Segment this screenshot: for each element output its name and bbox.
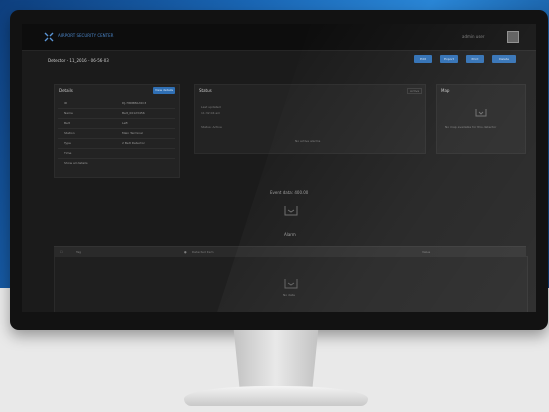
alarm-caption: Alarm <box>284 232 296 237</box>
detail-row: Time <box>58 149 175 159</box>
status-panel: Status Active Last updated 11:32:04 am S… <box>194 84 426 154</box>
event-caption: Event data: 400.00 <box>270 190 309 195</box>
export-button[interactable]: Export <box>440 55 458 63</box>
user-name[interactable]: admin user <box>462 34 485 39</box>
select-all-checkbox[interactable]: ☐ <box>60 250 63 254</box>
monitor-bezel: AIRPORT SECURITY CENTER admin user Detec… <box>10 10 548 330</box>
event-chart-icon <box>284 206 298 216</box>
monitor-screen: AIRPORT SECURITY CENTER admin user Detec… <box>22 24 536 312</box>
status-line: Last updated <box>201 105 221 109</box>
edit-button[interactable]: Edit <box>414 55 432 63</box>
breadcrumb[interactable]: Detector - 11_2016 - 06-56-03 <box>48 58 109 63</box>
show-all-link[interactable]: Show all details <box>58 159 175 168</box>
col-value[interactable]: Value <box>422 250 430 254</box>
map-panel: Map No map available for this detector <box>436 84 526 154</box>
map-empty-message: No map available for this detector <box>445 125 497 129</box>
monitor-stand-base <box>184 386 368 406</box>
delete-button[interactable]: Delete <box>492 55 516 63</box>
logo-icon <box>44 32 54 42</box>
status-line: 11:32:04 am <box>201 111 221 115</box>
status-line: Status: Active <box>201 125 222 129</box>
app-brand: AIRPORT SECURITY CENTER <box>58 33 114 38</box>
table-body: No data <box>54 256 528 312</box>
col-detected-item[interactable]: Detected item <box>192 250 214 254</box>
filter-icon[interactable]: ● <box>184 250 187 254</box>
detail-row: ID DJ-78DBB0A5C3 <box>58 99 175 109</box>
detail-row: Type 2 Belt Detector <box>58 139 175 149</box>
status-badge: Active <box>407 88 423 94</box>
col-tag[interactable]: Tag <box>76 250 81 254</box>
view-details-button[interactable]: View details <box>153 87 175 94</box>
detail-row: Belt Left <box>58 119 175 129</box>
status-title: Status <box>199 88 212 93</box>
detail-row: Name Belt_00123456 <box>58 109 175 119</box>
map-title: Map <box>441 88 450 93</box>
status-line: No active alarms <box>295 139 321 143</box>
print-button[interactable]: Print <box>466 55 484 63</box>
app-header: AIRPORT SECURITY CENTER admin user <box>22 24 536 51</box>
detail-row: Station Main Terminal <box>58 129 175 139</box>
empty-table-message: No data <box>283 293 295 297</box>
details-title: Details <box>59 88 73 93</box>
map-placeholder-icon <box>475 109 487 117</box>
details-panel: Details View details ID DJ-78DBB0A5C3 Nam… <box>54 84 180 178</box>
avatar[interactable] <box>507 31 519 43</box>
monitor-stand-neck <box>233 330 319 388</box>
empty-table-icon <box>284 279 298 289</box>
